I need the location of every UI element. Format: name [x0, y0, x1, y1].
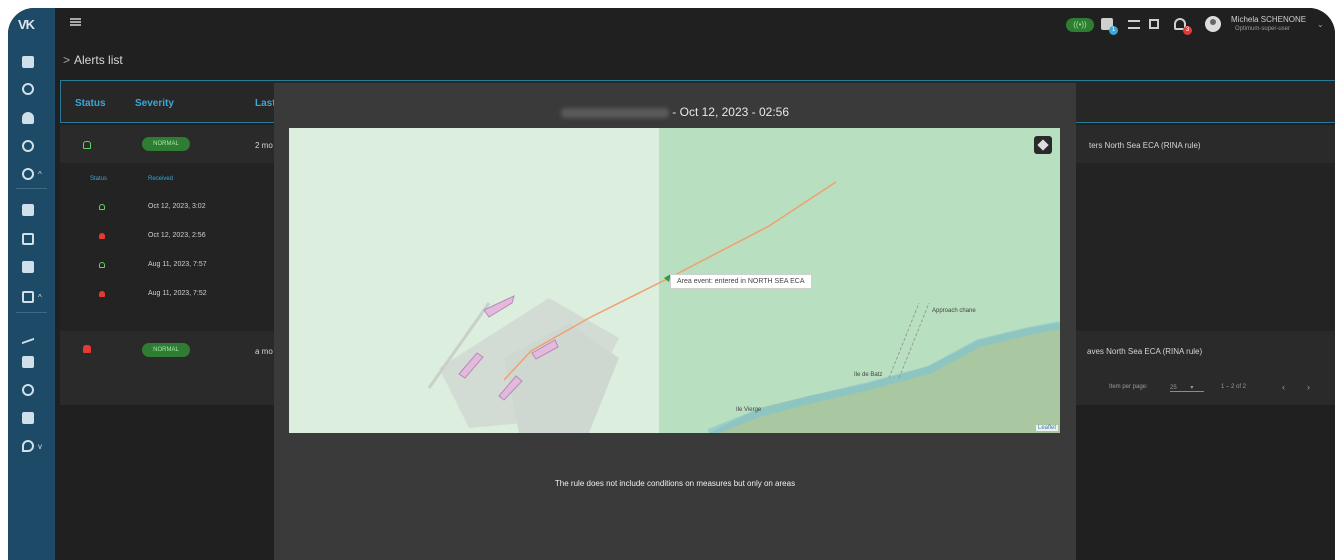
column-header-severity[interactable]: Severity	[135, 98, 174, 109]
last-cell: 2 mo	[255, 141, 273, 150]
alerts-bell-icon[interactable]: 3	[1174, 18, 1192, 35]
app-window: VK ^ ^ v ((•)) 1 3 Michela SCHENONE Opti…	[8, 8, 1335, 560]
redacted-vessel-name	[560, 107, 669, 118]
app-logo[interactable]: VK	[18, 17, 35, 32]
last-cell: a mo	[255, 347, 273, 356]
chevron-down-icon[interactable]: ⌄	[1317, 20, 1324, 29]
rule-cell: ters North Sea ECA (RINA rule)	[1089, 141, 1201, 150]
chevron-up-icon[interactable]: ^	[38, 170, 42, 179]
chevron-up-icon[interactable]: ^	[38, 293, 42, 302]
chart-line-icon[interactable]	[22, 325, 34, 345]
rule-note: The rule does not include conditions on …	[554, 479, 796, 488]
avatar[interactable]	[1205, 16, 1221, 32]
bell-normal-icon	[83, 141, 91, 149]
bell-normal-icon	[99, 204, 105, 210]
top-bar: ((•)) 1 3 Michela SCHENONE Optimum-super…	[55, 8, 1335, 38]
menu-icon[interactable]	[70, 18, 81, 26]
connection-status-icon[interactable]: ((•))	[1066, 18, 1094, 32]
reports-icon[interactable]	[22, 291, 34, 303]
items-per-page-select[interactable]: 25 ▾	[1170, 384, 1204, 392]
target-icon[interactable]	[22, 384, 34, 396]
filter-icon[interactable]	[1128, 20, 1140, 29]
chevron-right-icon: >	[63, 53, 71, 67]
map-attribution[interactable]: Leaflet	[1035, 425, 1058, 431]
sidebar: VK ^ ^ v	[8, 8, 55, 560]
map-event-popup: Area event: entered in NORTH SEA ECA	[670, 274, 812, 289]
ship-status-icon[interactable]: 1	[1101, 18, 1118, 35]
severity-badge: NORMAL	[142, 343, 190, 357]
coastline	[707, 302, 1060, 433]
port-area	[427, 298, 619, 433]
items-per-page-value: 25	[1170, 385, 1177, 391]
ship-badge: 1	[1109, 26, 1118, 35]
checkbox-icon[interactable]	[22, 261, 34, 273]
globe-icon[interactable]	[22, 83, 34, 95]
received-cell: Aug 11, 2023, 7:52	[148, 290, 207, 297]
dialog-title: - Oct 12, 2023 - 02:56	[274, 105, 1076, 119]
user-role: Optimum-super-user	[1235, 26, 1291, 32]
dialog-title-date: - Oct 12, 2023 - 02:56	[668, 105, 790, 119]
items-per-page-label: Item per page:	[1109, 384, 1148, 390]
map-label: Approach chane	[932, 308, 976, 314]
settings-group-icon[interactable]	[22, 168, 34, 180]
alert-map-dialog: - Oct 12, 2023 - 02:56 Area event: enter…	[274, 83, 1076, 560]
severity-badge: NORMAL	[142, 137, 190, 151]
user-name[interactable]: Michela SCHENONE	[1231, 15, 1306, 24]
alerts-badge: 3	[1183, 26, 1192, 35]
rule-cell: aves North Sea ECA (RINA rule)	[1087, 347, 1203, 356]
page-range: 1 – 2 of 2	[1221, 384, 1247, 390]
location-pin-icon[interactable]	[22, 440, 34, 452]
calendar-icon[interactable]	[22, 233, 34, 245]
ship-icon[interactable]	[22, 56, 34, 68]
caret-down-icon: ▾	[1190, 385, 1194, 391]
map[interactable]: Area event: entered in NORTH SEA ECA App…	[289, 128, 1060, 433]
sidebar-divider	[16, 188, 47, 189]
column-header-status[interactable]: Status	[75, 98, 106, 109]
chevron-down-icon[interactable]: v	[38, 442, 42, 451]
bell-alert-icon	[99, 233, 105, 239]
page-title: Alerts list	[74, 53, 123, 67]
subcolumn-header-status[interactable]: Status	[90, 176, 107, 182]
column-header-last[interactable]: Last	[255, 98, 276, 109]
map-label: Ile Vierge	[736, 407, 762, 413]
prev-page-icon[interactable]: ‹	[1282, 382, 1285, 392]
bell-normal-icon	[99, 262, 105, 268]
bell-alert-icon	[99, 291, 105, 297]
gauge-icon[interactable]	[22, 140, 34, 152]
bell-icon[interactable]	[22, 112, 34, 124]
document-icon[interactable]	[22, 356, 34, 368]
box-icon[interactable]	[22, 412, 34, 424]
next-page-icon[interactable]: ›	[1307, 382, 1310, 392]
received-cell: Oct 12, 2023, 3:02	[148, 203, 206, 210]
subcolumn-header-received[interactable]: Received	[148, 176, 173, 182]
map-label: Ile de Batz	[854, 372, 883, 378]
received-cell: Oct 12, 2023, 2:56	[148, 232, 206, 239]
dashboard-icon[interactable]	[22, 204, 34, 216]
bell-alert-icon	[83, 345, 91, 353]
layers-icon[interactable]	[1034, 136, 1052, 154]
sidebar-divider	[16, 312, 47, 313]
received-cell: Aug 11, 2023, 7:57	[148, 261, 207, 268]
traffic-separation-arrow	[483, 295, 515, 318]
fullscreen-icon[interactable]	[1149, 19, 1159, 29]
breadcrumb: > Alerts list	[63, 53, 123, 67]
